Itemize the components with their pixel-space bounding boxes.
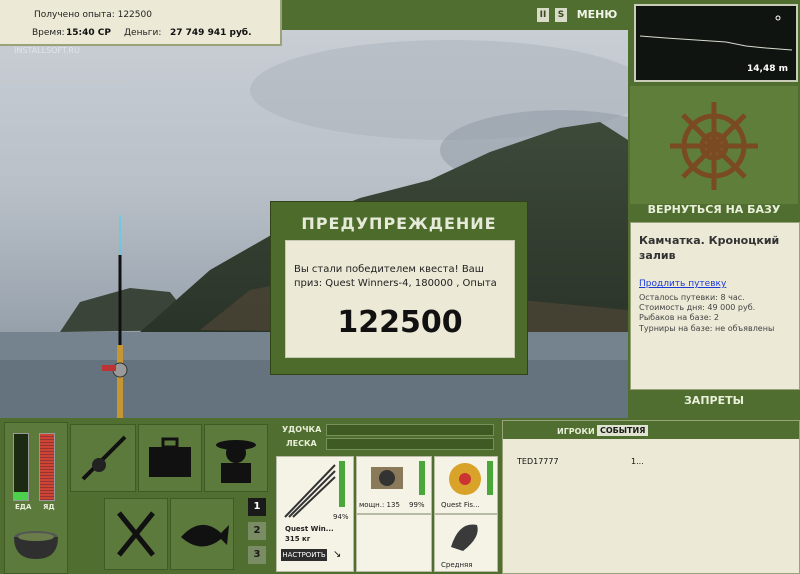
fisherman-icon (216, 440, 256, 483)
money-value: 27 749 941 руб. (170, 28, 252, 38)
food-label: ЕДА (15, 503, 32, 511)
arrow-icon: ↘ (333, 549, 342, 560)
reel-condition-bar (419, 461, 425, 495)
page-button-3[interactable]: 3 (248, 546, 266, 564)
rod-label: УДОЧКА (282, 425, 322, 434)
tab-players[interactable]: ИГРОКИ (557, 427, 595, 436)
line-name: Quest Fis... (441, 501, 480, 509)
lure-icon (451, 524, 478, 551)
character-slot[interactable] (204, 424, 268, 492)
rod-icon (284, 464, 336, 518)
page-button-2[interactable]: 2 (248, 522, 266, 540)
catch-slot[interactable] (170, 498, 234, 570)
reel-power: мощн.: 135 (359, 501, 400, 509)
time-value: 15:40 СР (66, 28, 111, 38)
location-info: Камчатка. Кроноцкий залив Продлить путев… (630, 222, 800, 390)
line-label: ЛЕСКА (286, 439, 317, 448)
line-spool-icon (449, 463, 481, 495)
rod-tension-bar (326, 424, 494, 436)
warning-dialog: ПРЕДУПРЕЖДЕНИЕ Вы стали победителем квес… (270, 201, 528, 375)
player-value: 1... (631, 457, 644, 466)
dialog-body: Вы стали победителем квеста! Ваш приз: Q… (285, 240, 515, 358)
return-to-base-button[interactable]: ВЕРНУТЬСЯ НА БАЗУ (630, 200, 798, 220)
fishing-rod-icon[interactable] (96, 215, 136, 418)
permit-remaining: Осталось путевки: 8 час. (639, 293, 745, 302)
ship-wheel-panel[interactable] (630, 86, 798, 204)
rod-name: Quest Win... (285, 525, 334, 533)
rod-condition-bar (339, 461, 345, 507)
tackle-box-icon (149, 437, 191, 477)
food-meter (13, 433, 29, 501)
rod-weight: 315 кг (285, 535, 311, 543)
fishing-rod-slot[interactable] (70, 424, 136, 492)
eat-slot[interactable] (104, 498, 168, 570)
info-panel: Получено опыта: 122500 Время: 15:40 СР Д… (0, 0, 282, 46)
status-meters: ЕДА ЯД (4, 422, 68, 574)
poison-meter (39, 433, 55, 501)
knife-fork-icon (117, 511, 155, 557)
reel-condition: 99% (409, 501, 425, 509)
line-tension-bar (326, 438, 494, 450)
player-name[interactable]: TED17777 (517, 457, 559, 466)
pause-button[interactable]: II (537, 8, 549, 22)
money-label: Деньги: (124, 28, 162, 38)
reel-icon (371, 467, 403, 489)
ship-wheel-icon (670, 102, 758, 190)
page-button-1[interactable]: 1 (248, 498, 266, 516)
dialog-amount: 122500 (337, 305, 463, 340)
sound-button[interactable]: S (555, 8, 567, 22)
line-slot[interactable]: Quest Fis... (434, 456, 498, 514)
rod-slot[interactable]: 94% Quest Win... 315 кг НАСТРОИТЬ ↘ (276, 456, 354, 572)
empty-slot[interactable] (356, 514, 432, 572)
tackle-box-slot[interactable] (138, 424, 202, 492)
rod-condition: 94% (333, 513, 349, 521)
tournaments-status: Турниры на базе: не объявлены (639, 324, 775, 333)
rod-reel-icon (81, 435, 127, 481)
location-title: Камчатка. Кроноцкий залив (639, 234, 780, 262)
dialog-title: ПРЕДУПРЕЖДЕНИЕ (301, 214, 497, 233)
players-tabs (503, 421, 799, 439)
lure-slot[interactable]: Средняя (434, 514, 498, 572)
setup-button[interactable]: НАСТРОИТЬ (281, 549, 327, 561)
extend-permit-link[interactable]: Продлить путевку (639, 279, 726, 289)
lure-size: Средняя (441, 561, 473, 569)
watermark: INSTALLSOFT.RU (14, 46, 80, 55)
dialog-message: Вы стали победителем квеста! Ваш приз: Q… (294, 264, 497, 289)
depth-value: 14,48 m (747, 64, 788, 74)
line-condition-bar (487, 461, 493, 495)
bans-button[interactable]: ЗАПРЕТЫ (630, 394, 798, 414)
experience-text: Получено опыта: 122500 (34, 10, 152, 20)
fishers-count: Рыбаков на базе: 2 (639, 313, 719, 322)
time-label: Время: (32, 28, 65, 38)
fish-icon (181, 524, 229, 547)
cauldron-icon[interactable] (11, 519, 61, 563)
players-panel: ИГРОКИ СОБЫТИЯ TED17777 1... (502, 420, 800, 574)
day-cost: Стоимость дня: 49 000 руб. (639, 303, 756, 312)
reel-slot[interactable]: мощн.: 135 99% (356, 456, 432, 514)
tab-events[interactable]: СОБЫТИЯ (597, 425, 649, 436)
menu-button[interactable]: МЕНЮ (576, 8, 618, 22)
depth-chart: 14,48 m (634, 4, 798, 82)
poison-label: ЯД (43, 503, 55, 511)
